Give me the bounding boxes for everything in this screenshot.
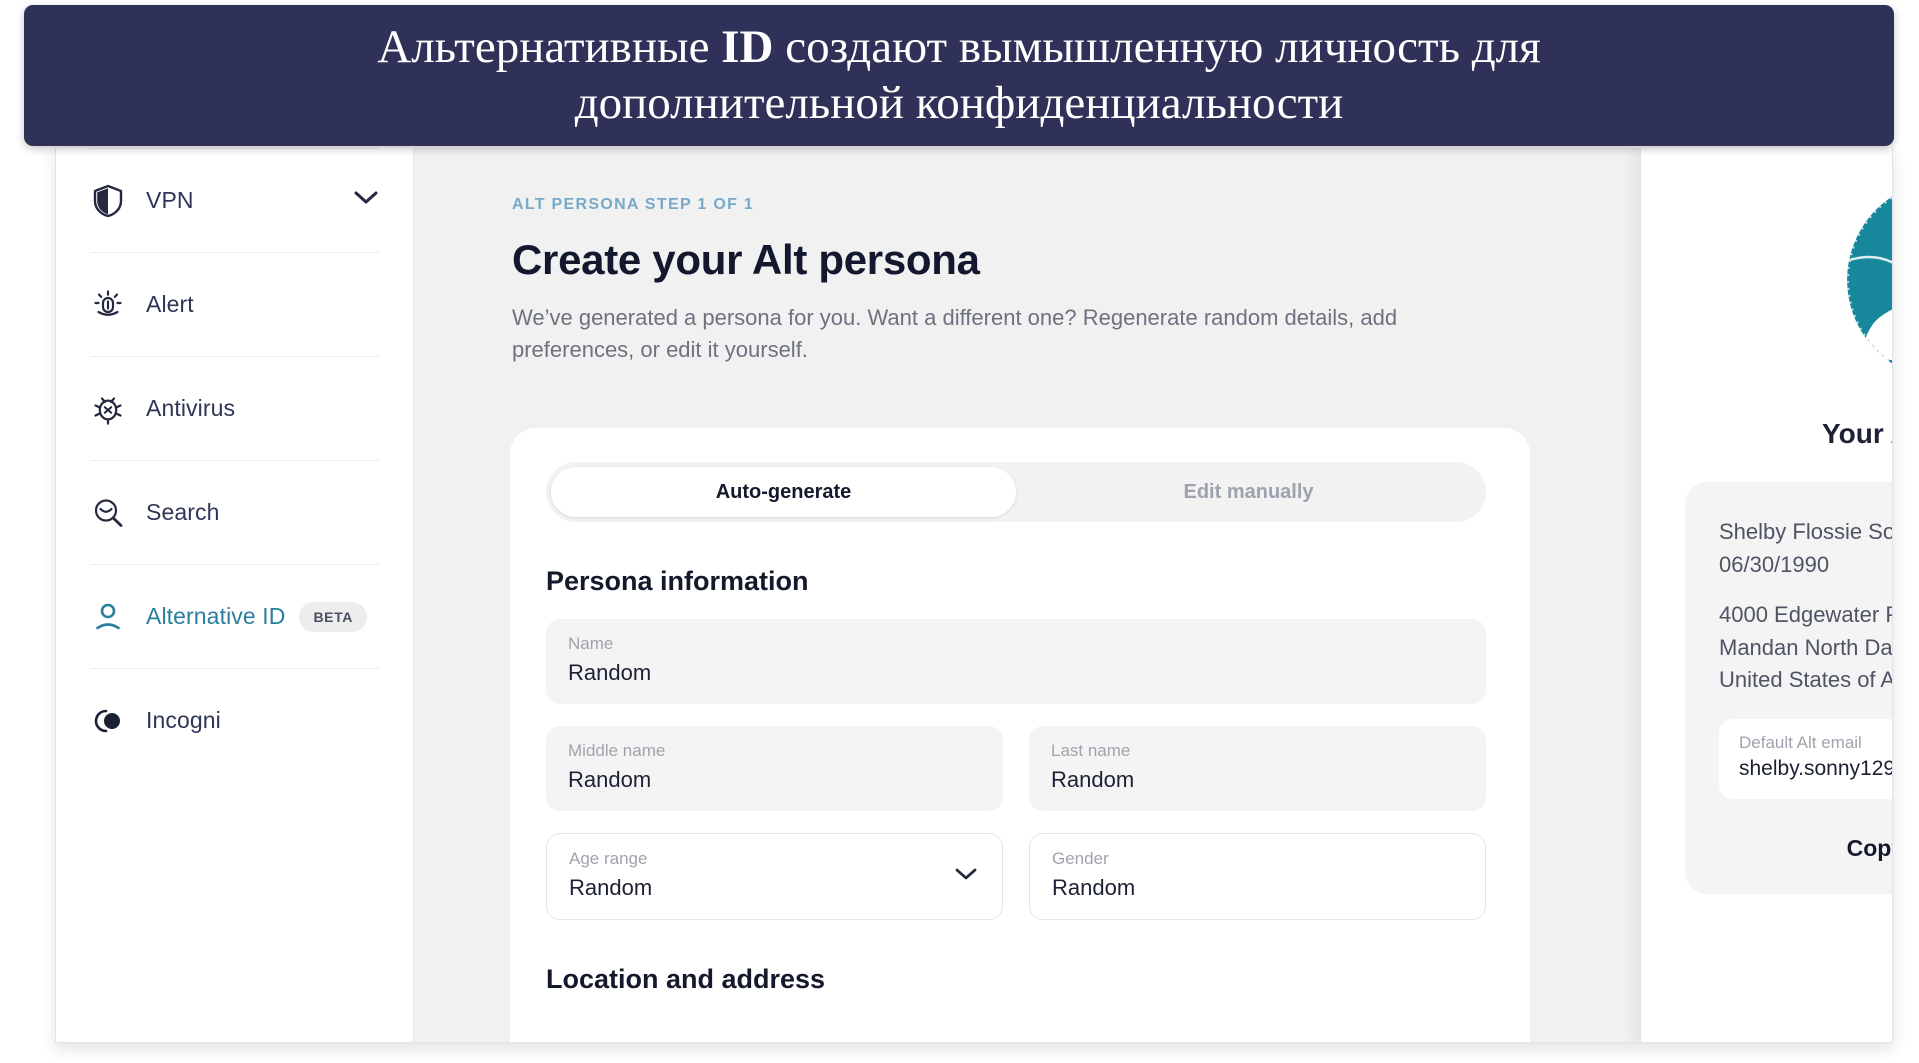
last-name-field-value: Random bbox=[1051, 766, 1135, 792]
sidebar-item-label: Incogni bbox=[146, 707, 221, 733]
person-icon bbox=[90, 599, 126, 635]
headline-banner-text: Альтернативные ID создают вымышленную ли… bbox=[209, 20, 1709, 132]
incogni-toggle-icon bbox=[90, 703, 126, 739]
section-title-location-and-address: Location and address bbox=[546, 964, 826, 995]
panel-title: Your Alternative ID bbox=[1822, 418, 1892, 449]
sidebar-item-label: Alert bbox=[146, 291, 194, 317]
tab-auto-generate[interactable]: Auto-generate bbox=[551, 467, 1016, 517]
sidebar-item-incogni[interactable]: Incogni bbox=[90, 668, 379, 772]
sidebar-item-alternative-id[interactable]: Alternative ID BETA bbox=[90, 564, 379, 668]
name-field-label: Name bbox=[568, 634, 614, 653]
copy-all-details-button[interactable]: Copy all details bbox=[1719, 833, 1892, 864]
sidebar-item-label: Search bbox=[146, 499, 220, 525]
name-field[interactable]: Name Random bbox=[546, 619, 1486, 705]
age-range-label: Age range bbox=[569, 849, 648, 869]
status-badge: BETA bbox=[299, 601, 367, 632]
default-alt-email-field[interactable]: Default Alt email shelby.sonny129@carpki… bbox=[1719, 718, 1892, 799]
field-row-name: Name Random bbox=[546, 619, 1486, 705]
sidebar-item-alert[interactable]: Alert bbox=[90, 252, 379, 356]
alternative-id-panel: Your Alternative ID Shelby Flossie Sonny… bbox=[1640, 148, 1892, 1042]
alert-siren-icon bbox=[90, 287, 126, 323]
chevron-down-icon[interactable] bbox=[353, 190, 379, 211]
gender-label: Gender bbox=[1052, 849, 1109, 869]
field-row-middle-last: Middle name Random Last name Random bbox=[546, 726, 1486, 812]
sidebar-item-label: VPN bbox=[146, 187, 194, 213]
sidebar-item-label: Alternative ID bbox=[146, 603, 286, 629]
sidebar-item-vpn[interactable]: VPN bbox=[90, 148, 379, 252]
chevron-down-icon[interactable] bbox=[954, 867, 978, 887]
tab-edit-manually[interactable]: Edit manually bbox=[1016, 467, 1481, 517]
sidebar-item-search[interactable]: Search bbox=[90, 460, 379, 564]
sidebar-item-label: Antivirus bbox=[146, 395, 236, 421]
sidebar-item-antivirus[interactable]: Antivirus bbox=[90, 356, 379, 460]
name-field-value: Random bbox=[568, 659, 652, 685]
middle-name-field-value: Random bbox=[568, 766, 652, 792]
bug-icon bbox=[90, 391, 126, 427]
headline-part-1: Альтернативные bbox=[377, 20, 722, 73]
avatar bbox=[1846, 180, 1892, 380]
page-subtitle: We’ve generated a persona for you. Want … bbox=[512, 305, 1398, 362]
main-content: ALT PERSONA STEP 1 OF 1 Create your Alt … bbox=[414, 148, 1892, 1042]
search-private-icon bbox=[90, 495, 126, 531]
sidebar: VPN Alert Antivirus Search Alternative I… bbox=[56, 148, 414, 1042]
identity-full-name: Shelby Flossie Sonny bbox=[1719, 519, 1892, 544]
shield-icon bbox=[90, 183, 126, 219]
mode-tabs: Auto-generate Edit manually bbox=[546, 462, 1486, 522]
identity-address-line2: Mandan North Dakota 58554 bbox=[1719, 634, 1892, 660]
app-window: VPN Alert Antivirus Search Alternative I… bbox=[55, 148, 1893, 1043]
age-range-select[interactable]: Age range Random bbox=[546, 833, 1003, 921]
headline-part-3: дополнительной конфиденциальности bbox=[574, 76, 1344, 129]
last-name-field[interactable]: Last name Random bbox=[1029, 726, 1486, 812]
headline-part-2: создают вымышленную личность для bbox=[773, 20, 1541, 73]
headline-banner: Альтернативные ID создают вымышленную ли… bbox=[24, 5, 1894, 146]
identity-details-card: Shelby Flossie Sonny 06/30/1990 4000 Edg… bbox=[1685, 482, 1892, 894]
identity-address-line3: United States of America bbox=[1719, 667, 1892, 693]
persona-form-card: Auto-generate Edit manually Persona info… bbox=[510, 428, 1530, 1042]
middle-name-field-label: Middle name bbox=[568, 741, 666, 761]
default-alt-email-label: Default Alt email bbox=[1739, 732, 1862, 752]
middle-name-field[interactable]: Middle name Random bbox=[546, 726, 1003, 812]
headline-part-bold: ID bbox=[721, 20, 774, 73]
field-row-age-gender: Age range Random Gender Random bbox=[546, 833, 1486, 921]
age-range-value: Random bbox=[569, 874, 653, 900]
gender-value: Random bbox=[1052, 874, 1136, 900]
section-title-persona-information: Persona information bbox=[546, 566, 809, 596]
gender-select[interactable]: Gender Random bbox=[1029, 833, 1486, 921]
default-alt-email-value: shelby.sonny129@carpkingdom.... bbox=[1739, 756, 1892, 780]
identity-birth-date: 06/30/1990 bbox=[1719, 551, 1830, 577]
identity-address-line1: 4000 Edgewater Place Se bbox=[1719, 602, 1892, 628]
copy-all-details-label: Copy all details bbox=[1846, 834, 1892, 861]
last-name-field-label: Last name bbox=[1051, 741, 1131, 761]
